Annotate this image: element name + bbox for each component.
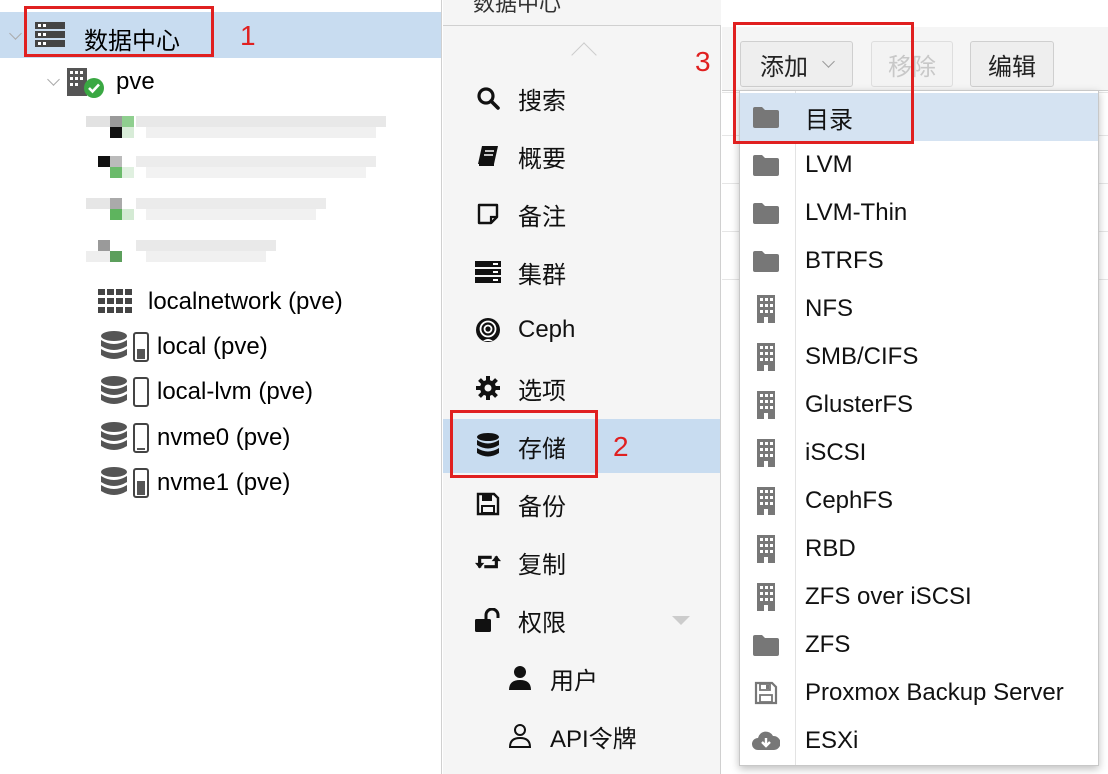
menu-item-esxi[interactable]: ESXi <box>740 717 1098 765</box>
nav-item-summary[interactable]: 概要 <box>443 129 720 183</box>
folder-icon <box>752 247 780 275</box>
nav-item-permissions[interactable]: 权限 <box>443 593 720 647</box>
menu-item-rbd[interactable]: RBD <box>740 525 1098 573</box>
resource-tree: 数据中心 pve localnetwork (pve) local (pve) … <box>0 0 442 774</box>
building-icon <box>752 583 780 611</box>
storage-label: local (pve) <box>157 333 268 360</box>
menu-item-zfs-over-iscsi[interactable]: ZFS over iSCSI <box>740 573 1098 621</box>
redacted-vm-row[interactable] <box>86 240 276 262</box>
database-usage-icon <box>100 467 154 504</box>
scroll-up-icon[interactable] <box>571 42 597 68</box>
building-icon <box>752 487 780 515</box>
server-icon <box>475 259 501 285</box>
chevron-down-icon[interactable] <box>8 28 24 44</box>
building-icon <box>752 535 780 563</box>
book-icon <box>475 143 501 169</box>
nav-item-replication[interactable]: 复制 <box>443 535 720 589</box>
nav-item-users[interactable]: 用户 <box>443 651 720 705</box>
nav-item-options[interactable]: 选项 <box>443 361 720 415</box>
menu-item-nfs[interactable]: NFS <box>740 285 1098 333</box>
storage-label: nvme0 (pve) <box>157 424 291 451</box>
note-icon <box>475 201 501 227</box>
tree-item-storage[interactable]: local (pve) <box>0 325 441 369</box>
building-icon <box>752 343 780 371</box>
annotation-box-3 <box>733 22 914 144</box>
building-icon <box>752 391 780 419</box>
nav-item-ceph[interactable]: Ceph <box>443 303 720 357</box>
config-nav: 数据中心 搜索 概要 备注 集群 Ceph 选项 存储 备份 复制 权限 用户 … <box>443 0 721 774</box>
unlock-icon <box>475 607 501 633</box>
tree-item-node[interactable]: pve <box>0 60 441 104</box>
folder-icon <box>752 199 780 227</box>
storage-label: nvme1 (pve) <box>157 469 291 496</box>
redacted-vm-row[interactable] <box>86 156 376 178</box>
tree-item-storage[interactable]: local-lvm (pve) <box>0 370 441 414</box>
user-icon <box>507 665 533 691</box>
menu-item-smb-cifs[interactable]: SMB/CIFS <box>740 333 1098 381</box>
cloud-download-icon <box>752 727 780 755</box>
nav-item-notes[interactable]: 备注 <box>443 187 720 241</box>
storage-label: local-lvm (pve) <box>157 378 314 405</box>
storage-label: localnetwork (pve) <box>148 288 343 315</box>
annotation-box-1 <box>24 6 214 57</box>
retweet-icon <box>475 549 501 575</box>
gear-icon <box>475 375 501 401</box>
menu-item-iscsi[interactable]: iSCSI <box>740 429 1098 477</box>
tree-item-storage[interactable]: localnetwork (pve) <box>0 280 441 324</box>
add-storage-menu: 目录 LVM LVM-Thin BTRFS NFS SMB/CIFS GlusterFS iS… <box>739 90 1099 766</box>
building-icon <box>752 295 780 323</box>
database-usage-icon <box>100 331 154 368</box>
menu-item-btrfs[interactable]: BTRFS <box>740 237 1098 285</box>
annotation-number-3: 3 <box>695 46 711 77</box>
folder-icon <box>752 631 780 659</box>
annotation-number-2: 2 <box>613 431 629 462</box>
annotation-number-1: 1 <box>240 20 256 51</box>
redacted-vm-row[interactable] <box>86 198 336 220</box>
edit-button[interactable]: 编辑 <box>970 41 1054 87</box>
annotation-box-2 <box>450 410 598 478</box>
nav-item-backup[interactable]: 备份 <box>443 477 720 531</box>
floppy-icon <box>475 491 501 517</box>
expand-caret-icon[interactable] <box>672 615 690 625</box>
menu-item-glusterfs[interactable]: GlusterFS <box>740 381 1098 429</box>
user-outline-icon <box>507 723 533 749</box>
folder-icon <box>752 151 780 179</box>
database-usage-icon <box>100 376 154 413</box>
menu-item-lvm-thin[interactable]: LVM-Thin <box>740 189 1098 237</box>
tree-item-storage[interactable]: nvme0 (pve) <box>0 416 441 460</box>
menu-item-zfs[interactable]: ZFS <box>740 621 1098 669</box>
tree-item-storage[interactable]: nvme1 (pve) <box>0 461 441 505</box>
ceph-icon <box>475 317 501 343</box>
nav-item-api-tokens[interactable]: API令牌 <box>443 709 720 763</box>
database-usage-icon <box>100 422 154 459</box>
chevron-down-icon[interactable] <box>46 74 62 90</box>
panel-title: 数据中心 <box>473 0 562 16</box>
redacted-vm-row[interactable] <box>86 116 386 138</box>
grid-icon <box>98 289 132 318</box>
menu-item-cephfs[interactable]: CephFS <box>740 477 1098 525</box>
node-online-icon <box>66 68 106 105</box>
floppy-outline-icon <box>752 679 780 707</box>
menu-item-proxmox-backup-server[interactable]: Proxmox Backup Server <box>740 669 1098 717</box>
nav-item-search[interactable]: 搜索 <box>443 71 720 125</box>
menu-item-lvm[interactable]: LVM <box>740 141 1098 189</box>
node-label: pve <box>116 68 155 95</box>
search-icon <box>475 85 501 111</box>
nav-item-cluster[interactable]: 集群 <box>443 245 720 299</box>
building-icon <box>752 439 780 467</box>
panel-title-bar: 数据中心 <box>443 0 721 26</box>
